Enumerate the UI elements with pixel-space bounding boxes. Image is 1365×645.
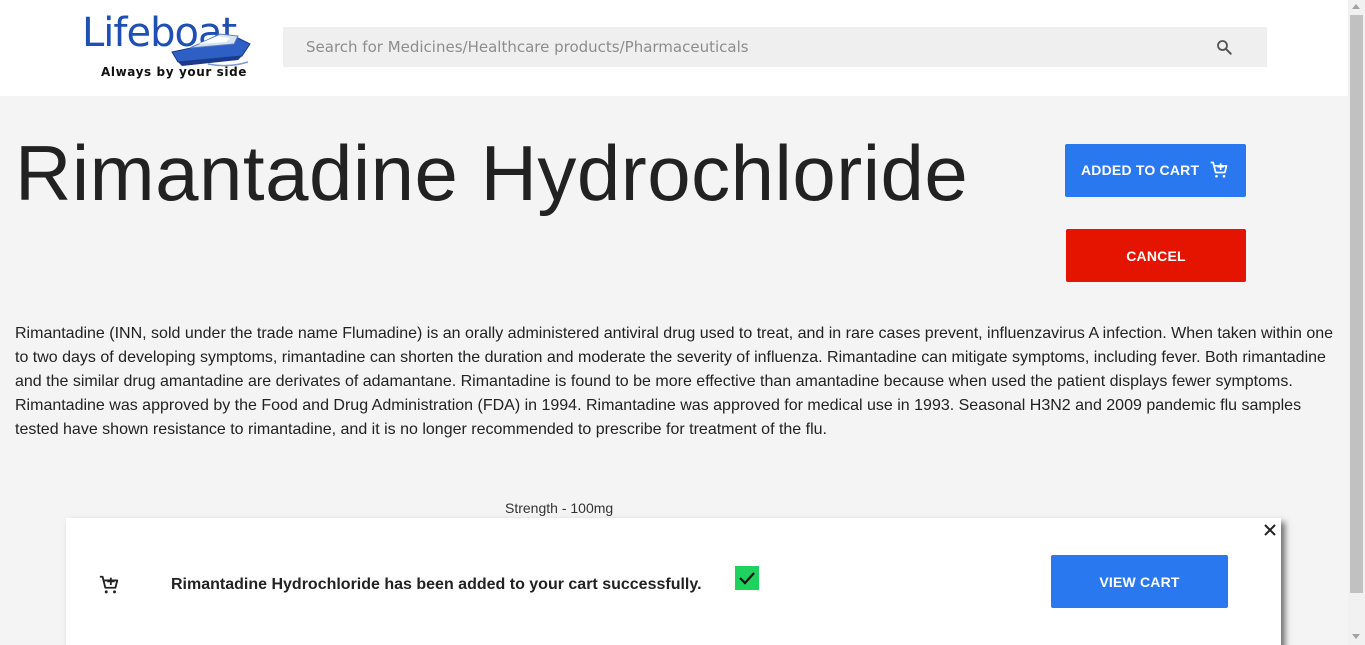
site-header: Lifeboat Always by your side	[0, 0, 1348, 96]
search-input[interactable]	[283, 27, 1203, 67]
close-icon[interactable]	[1262, 522, 1278, 538]
added-to-cart-button[interactable]: ADDED TO CART	[1065, 144, 1246, 197]
toast-message: Rimantadine Hydrochloride has been added…	[171, 576, 702, 593]
product-strength: Strength - 100mg	[505, 500, 614, 516]
logo-tagline: Always by your side	[101, 65, 248, 79]
boat-icon	[171, 33, 251, 67]
checkmark-icon	[735, 566, 759, 590]
scroll-thumb[interactable]	[1350, 15, 1363, 593]
cart-toast: Rimantadine Hydrochloride has been added…	[66, 518, 1281, 645]
scroll-up-arrow[interactable]	[1352, 4, 1360, 9]
added-to-cart-label: ADDED TO CART	[1081, 162, 1200, 178]
product-title: Rimantadine Hydrochloride	[15, 129, 969, 217]
scroll-down-arrow[interactable]	[1352, 634, 1360, 639]
add-cart-icon	[99, 575, 119, 594]
view-cart-button[interactable]: VIEW CART	[1051, 555, 1228, 608]
cancel-button[interactable]: CANCEL	[1066, 229, 1246, 282]
search-icon[interactable]	[1215, 38, 1233, 56]
product-description: Rimantadine (INN, sold under the trade n…	[15, 325, 1334, 438]
add-cart-icon	[1210, 161, 1228, 178]
page-scrollbar[interactable]	[1348, 0, 1365, 645]
lifeboat-logo[interactable]: Lifeboat Always by your side	[80, 10, 255, 82]
search-bar	[283, 27, 1267, 67]
